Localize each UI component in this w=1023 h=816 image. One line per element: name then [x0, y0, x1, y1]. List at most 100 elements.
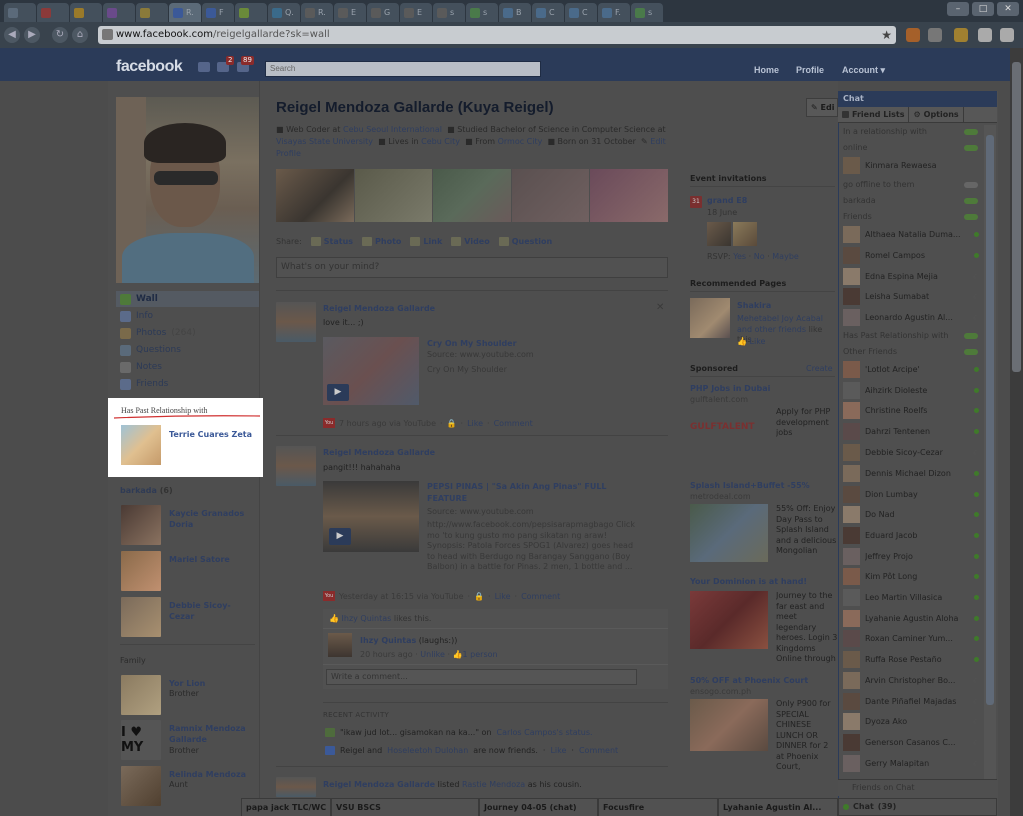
maximize-button[interactable]: □	[972, 2, 994, 16]
commenter-avatar[interactable]	[328, 633, 352, 657]
recommended-page-name[interactable]: Shakira	[737, 301, 771, 310]
family-name[interactable]: Relinda Mendoza	[169, 769, 251, 780]
post-author-avatar[interactable]	[276, 302, 316, 342]
extension-icon[interactable]	[906, 28, 920, 42]
chat-list-label[interactable]: online	[843, 143, 867, 152]
chat-friend-row[interactable]: Generson Casanos C... ☾	[843, 733, 979, 752]
chat-friend-row[interactable]: Dennis Michael Dizon	[843, 464, 979, 483]
strip-photo[interactable]	[354, 169, 433, 222]
post-author[interactable]: Reigel Mendoza Gallarde	[323, 304, 435, 313]
nav-item-questions[interactable]: Questions	[120, 342, 259, 358]
extension-icon[interactable]	[954, 28, 968, 42]
recent-friend-link[interactable]: Hoseleetoh Dulohan	[387, 746, 468, 755]
nav-item-photos[interactable]: Photos (264)	[120, 325, 259, 341]
chat-friend-row[interactable]: Edna Espina Mejia ☾	[843, 267, 979, 286]
family-photo[interactable]: I ♥ MY	[121, 720, 161, 760]
chat-friend-row[interactable]: Leo Martin Villasica	[843, 588, 979, 607]
browser-tab[interactable]: R.	[301, 3, 333, 22]
reload-icon[interactable]: ↻	[52, 27, 68, 43]
wrench-icon[interactable]	[1000, 28, 1014, 42]
chat-friend-row[interactable]: Arvin Christopher Bo... ☾	[843, 671, 979, 690]
rec-like[interactable]: 👍 Like	[737, 337, 765, 346]
chat-friend-row[interactable]: Dahrzi Tentenen	[843, 422, 979, 441]
chat-friend-row[interactable]: Kinmara Rewaesa	[843, 156, 979, 175]
likes-link[interactable]: Ihzy Quintas	[342, 614, 392, 623]
browser-tab[interactable]: C	[565, 3, 597, 22]
chat-window-tab[interactable]: Journey 04-05 (chat)	[479, 798, 598, 816]
past-relationship-photo[interactable]	[121, 425, 161, 465]
chat-list-label[interactable]: Has Past Relationship with	[843, 331, 948, 340]
unlike-link[interactable]: Unlike	[420, 650, 445, 659]
bookmark-star-icon[interactable]: ★	[881, 26, 892, 44]
status-input[interactable]: What's on your mind?	[276, 257, 668, 278]
browser-tab[interactable]: E	[334, 3, 366, 22]
past-relationship-name[interactable]: Terrie Cuares Zeta	[169, 429, 259, 440]
work-link[interactable]: Cebu Seoul International	[343, 125, 442, 134]
page-photo[interactable]	[690, 298, 730, 338]
share-photo[interactable]: Photo	[362, 237, 401, 246]
back-icon[interactable]: ◀	[4, 27, 20, 43]
nav-item-friends[interactable]: Friends	[120, 376, 259, 392]
chat-list-toggle[interactable]	[964, 333, 978, 339]
school-link[interactable]: Visayas State University	[276, 137, 373, 146]
chat-friend-row[interactable]: Aihzirk Dioleste	[843, 381, 979, 400]
share-video[interactable]: Video	[451, 237, 490, 246]
facebook-logo[interactable]: facebook	[116, 58, 183, 76]
url-input[interactable]: www.facebook.com/reigelgallarde?sk=wall …	[98, 26, 896, 44]
rsvp-maybe[interactable]: Maybe	[772, 252, 799, 261]
browser-tab[interactable]	[235, 3, 267, 22]
nav-item-notes[interactable]: Notes	[120, 359, 259, 375]
chat-friend-row[interactable]: Gerry Malapitan ☾	[843, 754, 979, 773]
ad-title[interactable]: 50% OFF at Phoenix Court	[690, 676, 830, 685]
chat-friend-row[interactable]: Dyoza Ako ☾	[843, 712, 979, 731]
ad-image[interactable]	[690, 591, 768, 649]
comment-link[interactable]: Comment	[494, 419, 533, 428]
options-tab[interactable]: ⚙ Options	[909, 107, 964, 122]
from-link[interactable]: Ormoc City	[498, 137, 543, 146]
chat-list-toggle[interactable]	[964, 349, 978, 355]
nav-home[interactable]: Home	[754, 65, 779, 75]
chat-friend-row[interactable]: Leisha Sumabat ☾	[843, 287, 979, 306]
chat-friend-row[interactable]: Dante Piñafiel Majadas ☾	[843, 692, 979, 711]
barkada-heading[interactable]: barkada (6)	[120, 486, 173, 495]
comment-link[interactable]: Comment	[521, 592, 560, 601]
chat-window-tab[interactable]: Focusfire	[598, 798, 718, 816]
chat-bar-button[interactable]: Chat (39)	[838, 798, 997, 816]
chat-friend-row[interactable]: Do Nad	[843, 505, 979, 524]
chat-friend-row[interactable]: Christine Roelfs	[843, 401, 979, 420]
family-name[interactable]: Ramnix Mendoza Gallarde	[169, 723, 251, 745]
friend-photo[interactable]	[121, 551, 161, 591]
chat-list-toggle[interactable]	[964, 198, 978, 204]
browser-tab[interactable]: Q.	[268, 3, 300, 22]
search-input[interactable]: Search	[265, 61, 541, 77]
friend-photo[interactable]	[121, 505, 161, 545]
play-icon[interactable]: ▶	[327, 384, 349, 401]
like-link[interactable]: Like	[467, 419, 483, 428]
close-window-button[interactable]: ✕	[997, 2, 1019, 16]
share-link[interactable]: Link	[410, 237, 442, 246]
chat-scrollbar[interactable]	[984, 125, 996, 779]
strip-photo[interactable]	[590, 169, 668, 222]
nav-profile[interactable]: Profile	[796, 65, 824, 75]
ad-title[interactable]: PHP Jobs in Dubai	[690, 384, 830, 393]
browser-tab[interactable]	[136, 3, 168, 22]
recent-status-link[interactable]: Carlos Campos's status.	[497, 728, 593, 737]
rec-others-link[interactable]: other friends	[755, 325, 806, 334]
post-author-avatar[interactable]	[276, 446, 316, 486]
close-icon[interactable]: ✕	[656, 302, 664, 313]
chat-friend-row[interactable]: Lyahanie Agustin Aloha	[843, 609, 979, 628]
friends-on-chat-link[interactable]: Friends on Chat	[838, 779, 997, 796]
chat-list-label[interactable]: Friends	[843, 212, 872, 221]
browser-tab[interactable]: E	[400, 3, 432, 22]
chat-friend-row[interactable]: 'Lotlot Arcipe'	[843, 360, 979, 379]
like-link[interactable]: Like	[550, 746, 566, 755]
chat-friend-row[interactable]: Jeffrey Projo	[843, 547, 979, 566]
event-name[interactable]: grand E8	[707, 196, 747, 205]
chat-friend-row[interactable]: Kim Pôt Long	[843, 567, 979, 586]
friend-photo[interactable]	[121, 597, 161, 637]
friend-requests-icon[interactable]	[198, 62, 210, 72]
ad-image[interactable]: GULFTALENT	[690, 407, 768, 447]
browser-tab[interactable]	[37, 3, 69, 22]
attachment-title[interactable]: Cry On My Shoulder	[427, 338, 637, 350]
friend-name[interactable]: Debbie Sicoy-Cezar	[169, 600, 251, 622]
